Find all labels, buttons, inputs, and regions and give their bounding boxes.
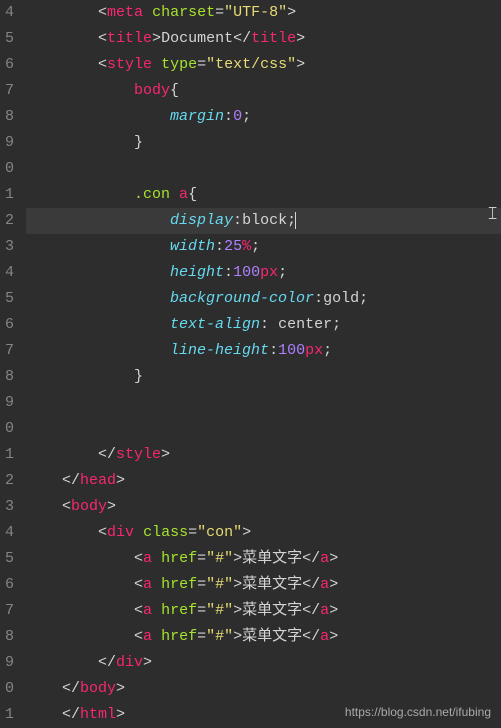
code-line[interactable]: <title>Document</title>	[26, 26, 501, 52]
line-number: 7	[4, 598, 14, 624]
code-line[interactable]	[26, 416, 501, 442]
code-line[interactable]: <meta charset="UTF-8">	[26, 0, 501, 26]
code-line[interactable]: margin:0;	[26, 104, 501, 130]
line-number: 4	[4, 520, 14, 546]
line-number: 3	[4, 234, 14, 260]
line-number: 0	[4, 676, 14, 702]
line-number: 9	[4, 390, 14, 416]
code-line[interactable]: height:100px;	[26, 260, 501, 286]
line-number: 8	[4, 104, 14, 130]
code-line[interactable]: background-color:gold;	[26, 286, 501, 312]
line-number: 5	[4, 286, 14, 312]
code-line[interactable]: width:25%;	[26, 234, 501, 260]
code-line-active[interactable]: display:block;	[26, 208, 501, 234]
code-line[interactable]: <a href="#">菜单文字</a>	[26, 546, 501, 572]
code-line[interactable]: </div>	[26, 650, 501, 676]
code-line[interactable]: <body>	[26, 494, 501, 520]
line-number: 0	[4, 416, 14, 442]
line-number: 8	[4, 364, 14, 390]
code-line[interactable]: </head>	[26, 468, 501, 494]
code-line[interactable]: }	[26, 130, 501, 156]
line-number: 7	[4, 78, 14, 104]
line-number: 9	[4, 130, 14, 156]
line-number: 6	[4, 312, 14, 338]
code-line[interactable]: <a href="#">菜单文字</a>	[26, 598, 501, 624]
code-line[interactable]	[26, 390, 501, 416]
line-number: 2	[4, 468, 14, 494]
code-editor[interactable]: 4 5 6 7 8 9 0 1 2 3 4 5 6 7 8 9 0 1 2 3 …	[0, 0, 501, 725]
line-number: 5	[4, 546, 14, 572]
line-number: 1	[4, 442, 14, 468]
code-line[interactable]: </style>	[26, 442, 501, 468]
line-number: 2	[4, 208, 14, 234]
code-area[interactable]: <meta charset="UTF-8"> <title>Document</…	[22, 0, 501, 725]
watermark-text: https://blog.csdn.net/ifubing	[345, 705, 491, 719]
code-line[interactable]: body{	[26, 78, 501, 104]
text-cursor	[295, 212, 296, 229]
line-number: 8	[4, 624, 14, 650]
line-number: 7	[4, 338, 14, 364]
code-line[interactable]: <style type="text/css">	[26, 52, 501, 78]
ibeam-cursor-icon: 𝙸	[486, 204, 499, 225]
line-number: 1	[4, 702, 14, 728]
line-number: 1	[4, 182, 14, 208]
code-line[interactable]: line-height:100px;	[26, 338, 501, 364]
line-number: 6	[4, 52, 14, 78]
code-line[interactable]: <a href="#">菜单文字</a>	[26, 572, 501, 598]
code-line[interactable]: .con a{	[26, 182, 501, 208]
code-line[interactable]: }	[26, 364, 501, 390]
line-number: 4	[4, 0, 14, 26]
line-number: 6	[4, 572, 14, 598]
code-line[interactable]: text-align: center;	[26, 312, 501, 338]
code-line[interactable]: <a href="#">菜单文字</a>	[26, 624, 501, 650]
line-number: 0	[4, 156, 14, 182]
line-number: 5	[4, 26, 14, 52]
line-number: 3	[4, 494, 14, 520]
code-line[interactable]	[26, 156, 501, 182]
line-number-gutter: 4 5 6 7 8 9 0 1 2 3 4 5 6 7 8 9 0 1 2 3 …	[0, 0, 22, 725]
line-number: 4	[4, 260, 14, 286]
line-number: 9	[4, 650, 14, 676]
code-line[interactable]: </body>	[26, 676, 501, 702]
code-line[interactable]: <div class="con">	[26, 520, 501, 546]
